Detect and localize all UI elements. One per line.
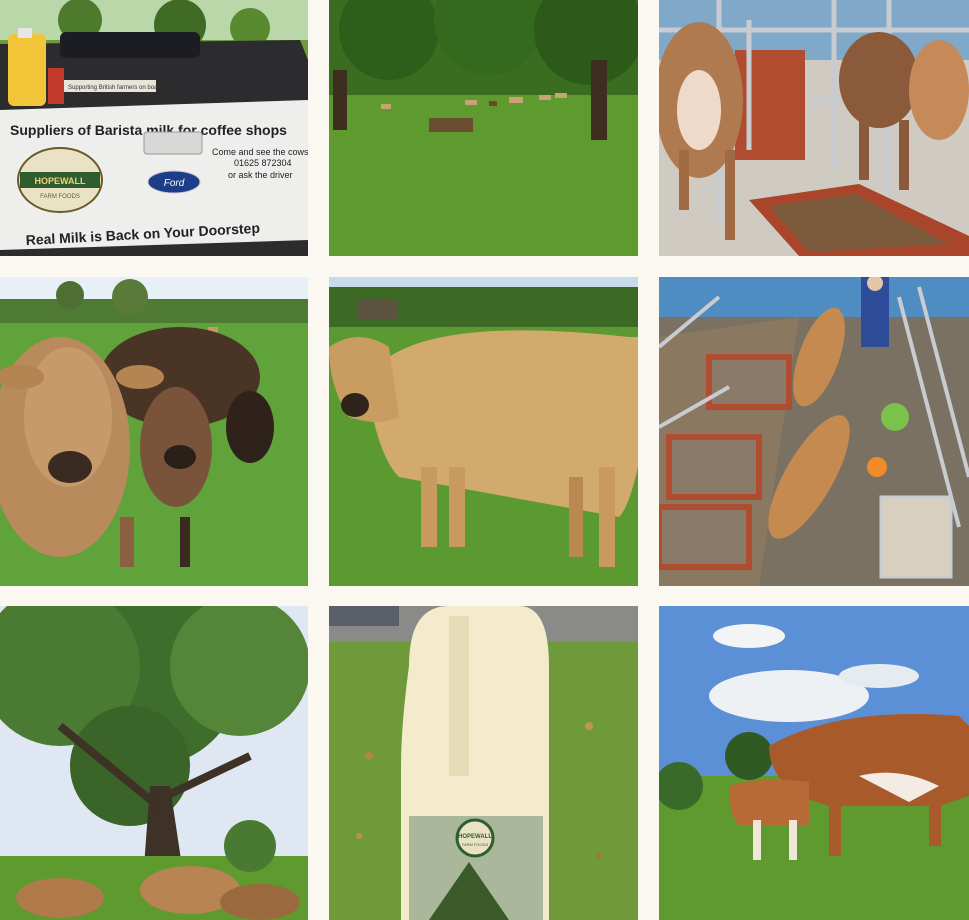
oak-tree-cows-photo[interactable] [0,606,308,920]
truck-side1: Come and see the cows [212,147,308,157]
milk-bottle-photo[interactable]: HOPEWALL FARM FOODS [329,606,638,920]
truck-logo-top: HOPEWALL [35,176,87,186]
milking-parlour-photo[interactable] [659,0,969,256]
ford-logo: Ford [164,178,185,189]
bottle-logo-top: HOPEWALL [458,834,492,840]
jersey-cow-standing-photo[interactable] [329,277,638,586]
jersey-cows-closeup-photo[interactable] [0,277,308,586]
truck-image: Supporting British farmers on board Supp… [0,0,308,256]
truck-logo-bottom: FARM FOODS [40,194,80,200]
truck-side2: 01625 872304 [234,158,292,168]
parlour-overhead-photo[interactable] [659,277,969,586]
truck-sign-text: Supporting British farmers on board [68,85,163,91]
bottle-logo-bottom: FARM FOODS [462,842,489,847]
truck-side3: or ask the driver [228,170,293,180]
pickup-truck-photo[interactable]: Supporting British farmers on board Supp… [0,0,308,256]
cow-and-calf-photo[interactable] [659,606,969,920]
cows-grazing-field-photo[interactable] [329,0,638,256]
